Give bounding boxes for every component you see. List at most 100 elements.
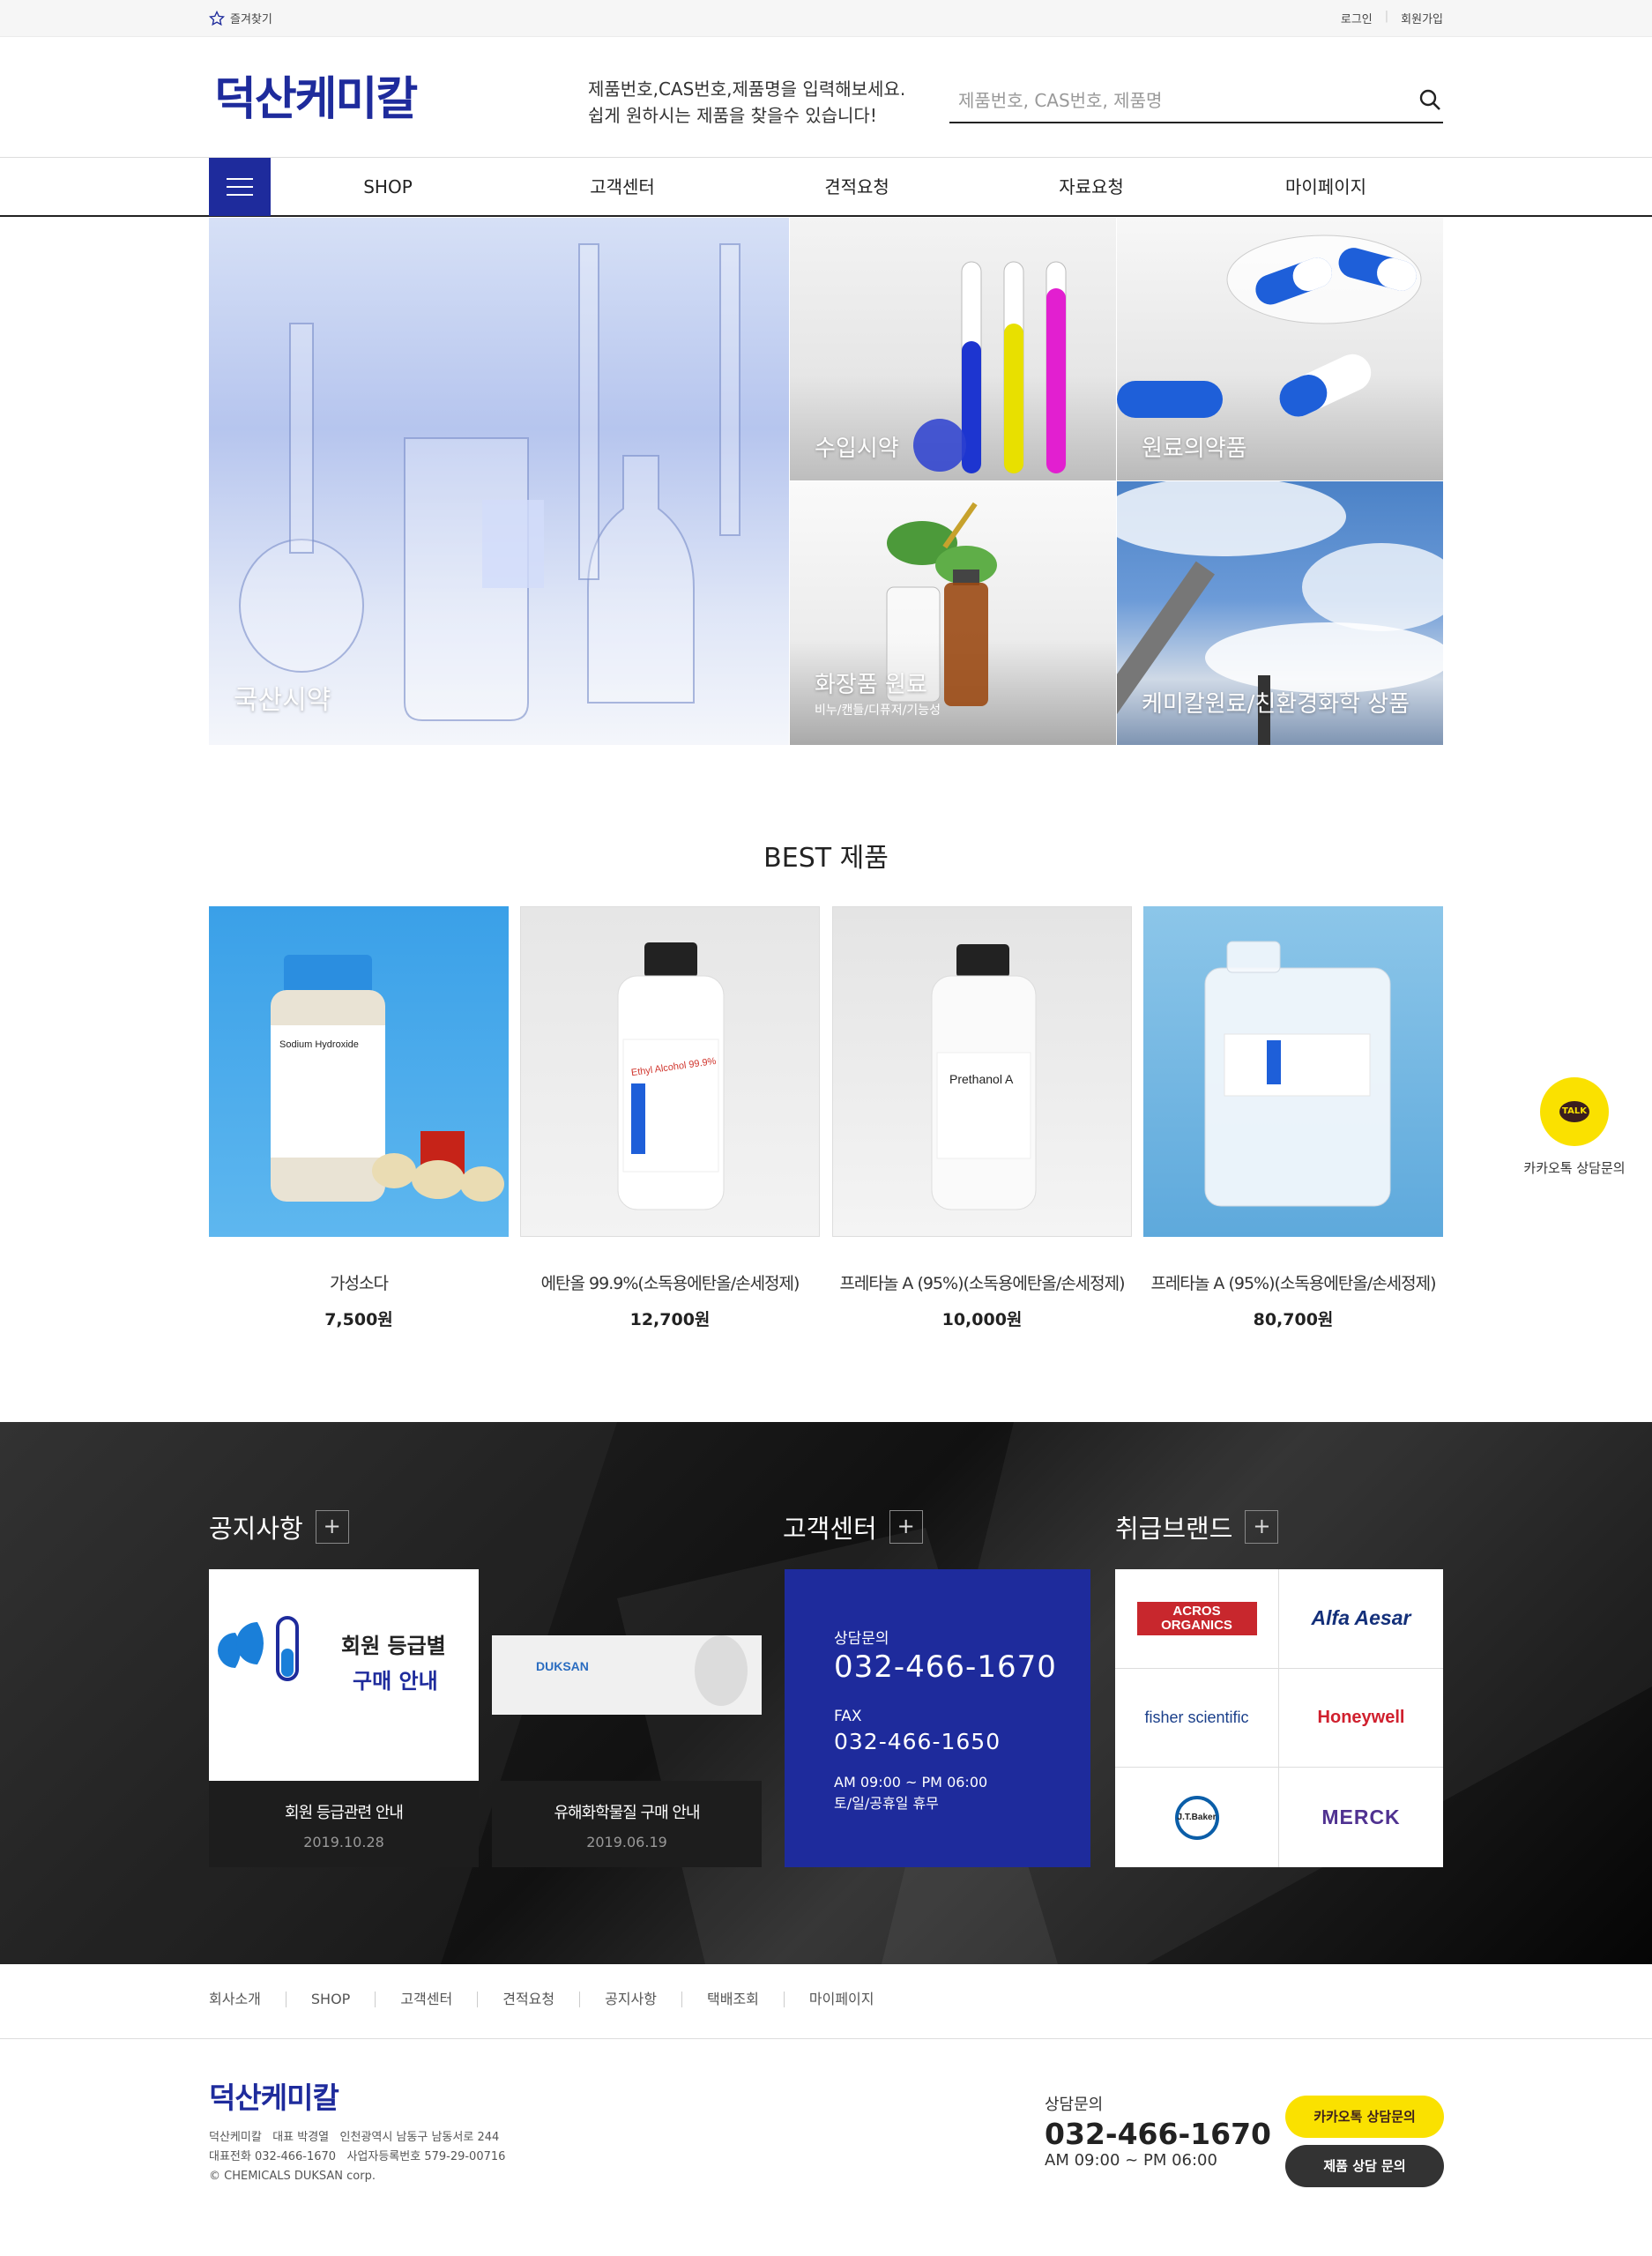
notice-caption: 유해화학물질 구매 안내 2019.06.19 xyxy=(492,1781,762,1867)
footer-link-quote[interactable]: 견적요청 xyxy=(477,1992,579,2007)
notice-item-title: 회원 등급관련 안내 xyxy=(285,1804,404,1822)
product-price: 80,700원 xyxy=(1253,1310,1334,1329)
kakao-chat-float[interactable]: TALK 카카오톡 상담문의 xyxy=(1522,1077,1627,1177)
notice-caption: 회원 등급관련 안내 2019.10.28 xyxy=(209,1781,479,1867)
best-section-title: BEST 제품 xyxy=(763,843,889,874)
brand-acros[interactable]: ACROS ORGANICS xyxy=(1115,1569,1279,1669)
brand-fisher[interactable]: fisher scientific xyxy=(1115,1668,1279,1768)
search-input[interactable] xyxy=(949,81,1390,120)
info-section: 공지사항 + 회원 등급별 구매 안내 회원 등급관련 안내 2019.10.2… xyxy=(0,1422,1652,1964)
footer-link-customer-center[interactable]: 고객센터 xyxy=(375,1992,477,2007)
notice-more-button[interactable]: + xyxy=(315,1510,349,1544)
cs-more-button[interactable]: + xyxy=(889,1510,923,1544)
footer-contact-phone: 032-466-1670 xyxy=(1045,2117,1272,2151)
cs-hours: AM 09:00 ~ PM 06:00 xyxy=(834,1774,988,1791)
brands-header: 취급브랜드 + xyxy=(1115,1508,1279,1545)
notice-thumb-line-1: 회원 등급별 xyxy=(341,1634,446,1658)
category-chemical-raw[interactable]: 케미칼원료/친환경화학 상품 xyxy=(1117,481,1443,745)
lab-glassware-image xyxy=(239,243,740,721)
notice-thumbnail: DUKSAN xyxy=(492,1569,762,1781)
brand-logo-text: fisher scientific xyxy=(1144,1708,1249,1726)
product-label-text: Prethanol A xyxy=(949,1072,1014,1086)
cs-title: 고객센터 xyxy=(783,1514,877,1544)
search-icon[interactable] xyxy=(1417,86,1443,113)
product-image: Prethanol A xyxy=(832,906,1132,1237)
category-grid: 국산시약 수입시약 원료의약품 화장품 원료 비누/캔들/디퓨저/기능성 케미칼… xyxy=(209,218,1443,745)
product-card[interactable]: Prethanol A 프레타놀 A (95%)(소독용에탄올/손세정제) 10… xyxy=(832,906,1132,1330)
nav-data-request[interactable]: 자료요청 xyxy=(1003,158,1179,216)
cs-phone-label: 상담문의 xyxy=(834,1630,889,1648)
main-nav: SHOP 고객센터 견적요청 자료요청 마이페이지 xyxy=(0,157,1652,217)
notice-header: 공지사항 + xyxy=(209,1508,349,1545)
notice-thumb-text: DUKSAN xyxy=(536,1659,589,1673)
product-image: Ethyl Alcohol 99.9% xyxy=(520,906,820,1237)
search-guide-line-1: 제품번호,CAS번호,제품명을 입력해보세요. xyxy=(588,78,906,100)
footer-link-mypage[interactable]: 마이페이지 xyxy=(783,1992,899,2007)
site-logo[interactable]: 덕산케미칼 xyxy=(214,62,418,128)
category-sub-label: 비누/캔들/디퓨저/기능성 xyxy=(815,704,941,718)
product-name: 에탄올 99.9%(소독용에탄올/손세정제) xyxy=(540,1274,800,1293)
product-card[interactable]: Sodium Hydroxide 가성소다 7,500원 xyxy=(209,906,509,1330)
cs-fax-number: 032-466-1650 xyxy=(834,1729,1001,1754)
category-label: 수입시약 xyxy=(815,436,899,462)
menu-icon[interactable] xyxy=(209,158,271,216)
footer-logo: 덕산케미칼 xyxy=(209,2081,339,2115)
kakao-float-label: 카카오톡 상담문의 xyxy=(1523,1160,1626,1176)
category-label: 케미칼원료/친환경화학 상품 xyxy=(1142,691,1410,718)
cs-phone-number: 032-466-1670 xyxy=(834,1649,1057,1685)
category-label: 국산시약 xyxy=(234,685,331,716)
footer-link-delivery[interactable]: 택배조회 xyxy=(681,1992,784,2007)
notice-item-date: 2019.06.19 xyxy=(586,1834,667,1850)
brand-alfa-aesar[interactable]: Alfa Aesar xyxy=(1279,1569,1443,1669)
login-link[interactable]: 로그인 xyxy=(1341,10,1373,26)
notice-item[interactable]: 회원 등급별 구매 안내 회원 등급관련 안내 2019.10.28 xyxy=(209,1569,479,1867)
product-price: 10,000원 xyxy=(941,1310,1023,1329)
cs-closed-days: 토/일/공휴일 휴무 xyxy=(834,1795,939,1812)
product-consult-button[interactable]: 제품 상담 문의 xyxy=(1285,2145,1444,2187)
nav-shop[interactable]: SHOP xyxy=(300,158,476,216)
nav-customer-center[interactable]: 고객센터 xyxy=(534,158,711,216)
footer-link-notice[interactable]: 공지사항 xyxy=(579,1992,681,2007)
brand-logo-text: Alfa Aesar xyxy=(1311,1606,1411,1630)
footer-contact-title: 상담문의 xyxy=(1045,2096,1104,2114)
favorite-link[interactable]: 즐겨찾기 xyxy=(209,10,272,26)
nav-quote-request[interactable]: 견적요청 xyxy=(769,158,945,216)
product-price: 7,500원 xyxy=(324,1310,393,1329)
top-bar: 즐겨찾기 로그인 | 회원가입 xyxy=(0,0,1652,37)
notice-item[interactable]: DUKSAN 유해화학물질 구매 안내 2019.06.19 xyxy=(492,1569,762,1867)
category-domestic-reagent[interactable]: 국산시약 xyxy=(209,218,789,745)
product-image xyxy=(1143,906,1443,1237)
cs-fax-label: FAX xyxy=(834,1708,862,1725)
join-link[interactable]: 회원가입 xyxy=(1401,10,1443,26)
product-card[interactable]: 프레타놀 A (95%)(소독용에탄올/손세정제) 80,700원 xyxy=(1143,906,1443,1330)
brand-honeywell[interactable]: Honeywell xyxy=(1279,1669,1443,1768)
notice-thumbnail: 회원 등급별 구매 안내 xyxy=(209,1569,479,1781)
product-label-text: Sodium Hydroxide xyxy=(279,1039,359,1050)
category-cosmetic-raw[interactable]: 화장품 원료 비누/캔들/디퓨저/기능성 xyxy=(790,481,1116,745)
footer-link-shop[interactable]: SHOP xyxy=(285,1992,375,2007)
product-name: 가성소다 xyxy=(330,1274,389,1293)
search-guide-line-2: 쉽게 원하시는 제품을 찾을수 있습니다! xyxy=(588,105,877,126)
product-name: 프레타놀 A (95%)(소독용에탄올/손세정제) xyxy=(839,1274,1125,1293)
copyright: © CHEMICALS DUKSAN corp. xyxy=(209,2170,376,2183)
cs-contact-box: 상담문의 032-466-1670 FAX 032-466-1650 AM 09… xyxy=(785,1569,1090,1867)
favorite-label: 즐겨찾기 xyxy=(230,13,272,26)
brand-grid: ACROS ORGANICS Alfa Aesar fisher scienti… xyxy=(1115,1569,1443,1867)
product-card[interactable]: Ethyl Alcohol 99.9% 에탄올 99.9%(소독용에탄올/손세정… xyxy=(520,906,820,1330)
notice-item-title: 유해화학물질 구매 안내 xyxy=(554,1804,700,1822)
footer-contact: 상담문의 032-466-1670 AM 09:00 ~ PM 06:00 xyxy=(1045,2092,1271,2170)
category-imported-reagent[interactable]: 수입시약 xyxy=(790,218,1116,480)
brand-jt-baker[interactable]: J.T.Baker xyxy=(1115,1768,1279,1867)
product-price: 12,700원 xyxy=(629,1310,711,1329)
cs-header: 고객센터 + xyxy=(783,1508,923,1545)
company-info-line: 대표전화 032-466-1670 사업자등록번호 579-29-00716 xyxy=(209,2150,506,2163)
brands-more-button[interactable]: + xyxy=(1245,1510,1279,1544)
notice-title: 공지사항 xyxy=(209,1514,303,1544)
footer-link-about[interactable]: 회사소개 xyxy=(209,1992,286,2007)
brand-merck[interactable]: MERCK xyxy=(1279,1768,1443,1867)
search-guide: 제품번호,CAS번호,제품명을 입력해보세요. 쉽게 원하시는 제품을 찾을수 … xyxy=(588,76,905,129)
kakao-consult-button[interactable]: 카카오톡 상담문의 xyxy=(1285,2096,1444,2138)
nav-mypage[interactable]: 마이페이지 xyxy=(1238,158,1414,216)
category-raw-pharma[interactable]: 원료의약품 xyxy=(1117,218,1443,480)
product-name: 프레타놀 A (95%)(소독용에탄올/손세정제) xyxy=(1150,1274,1436,1293)
